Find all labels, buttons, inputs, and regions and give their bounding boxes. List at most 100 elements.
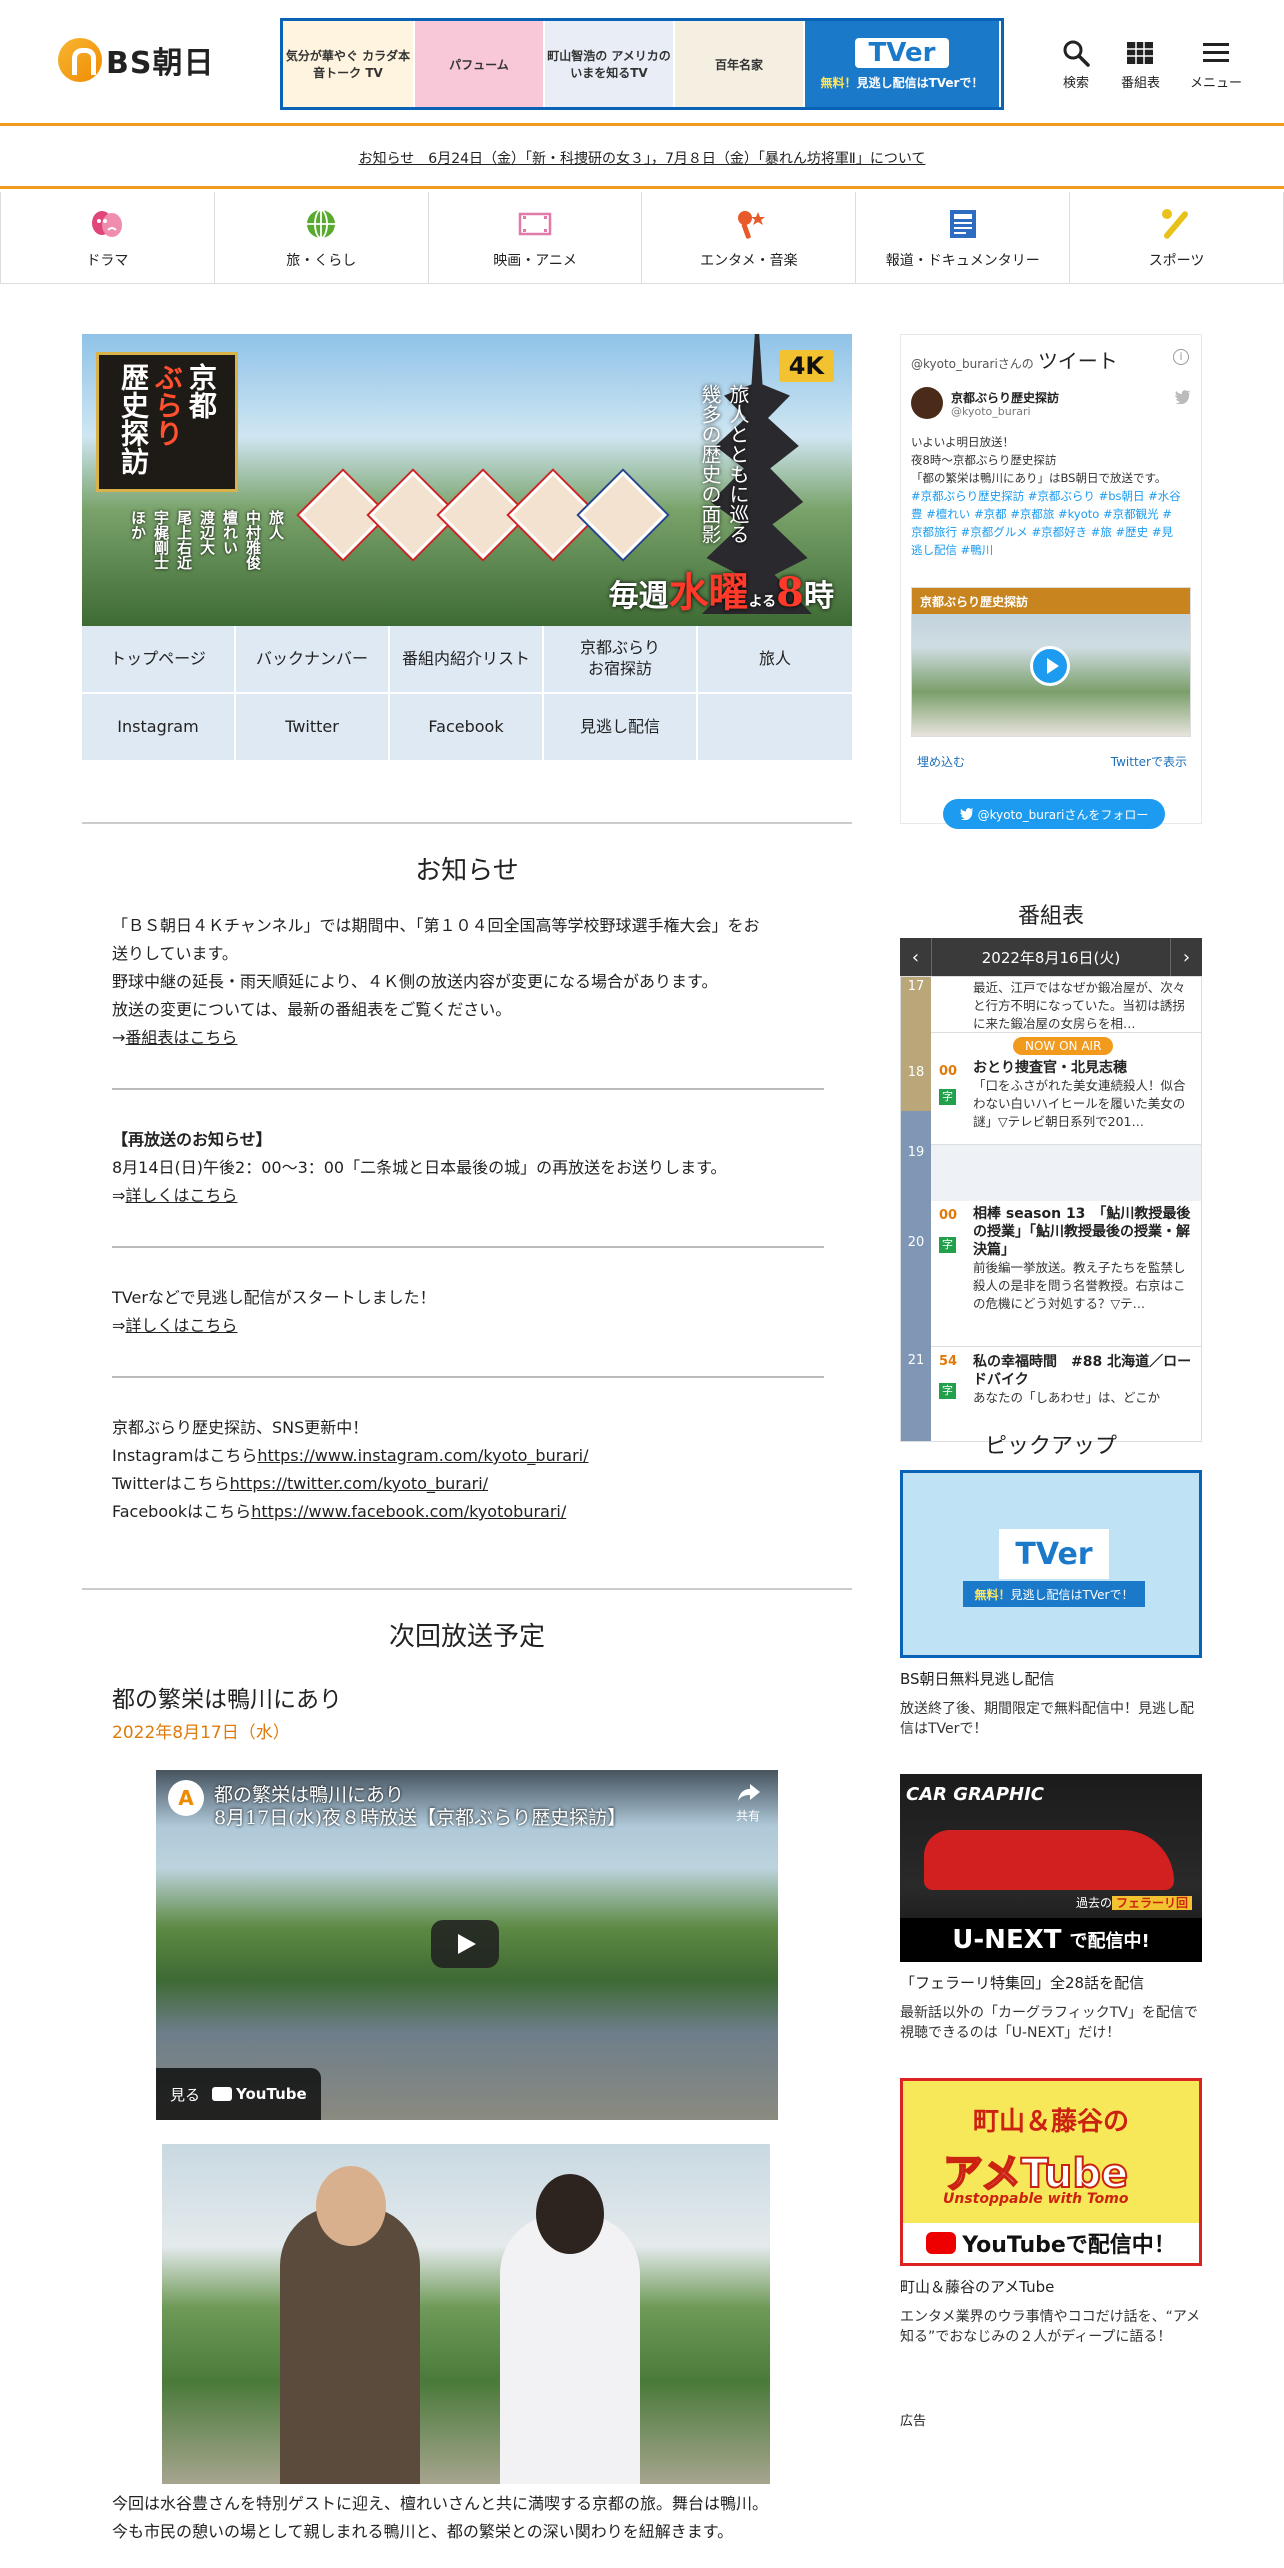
tweet-video-thumbnail[interactable]: 京都ぶらり歴史探訪 — [911, 587, 1191, 737]
subnav-twitter[interactable]: Twitter — [236, 694, 390, 762]
facebook-link[interactable]: https://www.facebook.com/kyotoburari/ — [251, 1502, 566, 1521]
subnav-inn[interactable]: 京都ぶらり お宿探訪 — [544, 626, 698, 694]
video-title-1: 都の繁栄は鴨川にあり — [214, 1784, 405, 1806]
menu-button[interactable]: メニュー — [1190, 38, 1242, 91]
subtitle-badge: 字 — [939, 1089, 956, 1105]
pickup-title: ピックアップ — [984, 1434, 1117, 1459]
schedule-title: 番組表 — [1017, 904, 1084, 929]
pickup-image-tver[interactable]: TVer 無料！ 見逃し配信はTVerで！ — [900, 1470, 1202, 1658]
tver-free-band: 無料！ 見逃し配信はTVerで！ — [963, 1581, 1145, 1607]
subnav-instagram[interactable]: Instagram — [82, 694, 236, 762]
pickup-name[interactable]: 町山＆藤谷のアメTube — [900, 2276, 1202, 2297]
program-desc: 「口をふさがれた美女連続殺人！似合わない白いハイヒールを履いた美女の謎」▽テレビ… — [973, 1078, 1186, 1129]
channel-avatar-icon[interactable]: A — [168, 1780, 204, 1816]
tver-detail-link[interactable]: 詳しくはこちら — [125, 1316, 237, 1335]
tweet-author-name[interactable]: 京都ぶらり歴史探訪 — [951, 389, 1059, 406]
site-logo[interactable]: BS朝日 — [58, 38, 214, 82]
video-title[interactable]: 都の繁栄は鴨川にあり 8月17日(水)夜８時放送【京都ぶらり歴史探訪】 — [214, 1784, 626, 1830]
subnav-facebook[interactable]: Facebook — [390, 694, 544, 762]
embed-link[interactable]: 埋め込む — [917, 753, 965, 770]
schedule-program[interactable]: 00 字 相棒 season 13 「鮎川教授最後の授業」「鮎川教授最後の授業・… — [931, 1201, 1201, 1347]
menu-label: メニュー — [1189, 76, 1242, 91]
schedule-prev-button[interactable]: ‹ — [900, 938, 932, 976]
subnav-streaming[interactable]: 見逃し配信 — [544, 694, 698, 762]
site-header: BS朝日 気分が華やぐ カラダ本音トーク TV パフューム 町山智浩の アメリカ… — [0, 0, 1284, 126]
pickup-name[interactable]: BS朝日無料見逃し配信 — [900, 1668, 1202, 1689]
info-icon[interactable]: i — [1173, 349, 1189, 365]
schedule-program[interactable]: 最近、江戸ではなぜか鍛冶屋が、次々と行方不明になっていた。当初は誘拐に来た鍛冶屋… — [931, 977, 1201, 1033]
program-title: 相棒 season 13 「鮎川教授最後の授業」「鮎川教授最後の授業・解決篇」 — [973, 1206, 1191, 1258]
genre-news[interactable]: 報道・ドキュメンタリー — [856, 192, 1071, 283]
notice-link[interactable]: お知らせ 6月24日（金）「新・科捜研の女３」，7月８日（金）「暴れん坊将軍Ⅱ」… — [359, 148, 926, 168]
schedule-date-bar: ‹ 2022年8月16日(火) › — [900, 938, 1202, 976]
schedule-button[interactable]: 番組表 — [1121, 38, 1160, 91]
news-text: TVerなどで見逃し配信がスタートしました！ — [112, 1288, 436, 1307]
genre-travel-label: 旅・くらし — [286, 252, 357, 269]
twitter-header-handle[interactable]: @kyoto_burari — [911, 357, 998, 371]
rerun-detail-link[interactable]: 詳しくはこちら — [125, 1186, 237, 1205]
cast-portraits — [299, 471, 667, 559]
tweet-hashtags[interactable]: #京都ぶらり歴史探訪 #京都ぶらり #bs朝日 #水谷豊 #檀れい #京都 #京… — [911, 487, 1183, 559]
tweet-author-handle[interactable]: @kyoto_burari — [951, 405, 1031, 418]
genre-movie[interactable]: 映画・アニメ — [429, 192, 643, 283]
hero-cast-list: 旅人 中村雅俊 檀れい 渡辺大 尾上右近 宇梶剛士 ほか — [128, 510, 287, 570]
program-desc: 前後編一挙放送。教え子たちを監禁し殺人の是非を問う名誉教授。右京はこの危機にどう… — [973, 1260, 1186, 1311]
genre-drama[interactable]: ドラマ — [0, 192, 215, 283]
pickup-item-unext[interactable]: CAR GRAPHIC 過去の フェラーリ回 U-NEXT で配信中! 「フェラーリ… — [900, 1774, 1202, 2043]
pickup-image-ametube[interactable]: 町山＆藤谷の アメTube Unstoppable with Tomo YouT… — [900, 2078, 1202, 2266]
twitter-bird-icon — [1175, 389, 1191, 408]
news-item-rerun: 【再放送のお知らせ】 8月14日(日)午後2：00〜3：00「二条城と日本最後の… — [112, 1126, 824, 1210]
subnav-backnumber[interactable]: バックナンバー — [236, 626, 390, 694]
news-text: 野球中継の延長・雨天順延により、４Ｋ側の放送内容が変更になる場合があります。 — [112, 972, 718, 991]
twitter-header-title: ツイート — [1037, 349, 1118, 373]
banner-free-text: 無料！見逃し配信はTVerで！ — [821, 74, 984, 91]
pickup-item-tver[interactable]: TVer 無料！ 見逃し配信はTVerで！ BS朝日無料見逃し配信 放送終了後、期… — [900, 1470, 1202, 1739]
pickup-item-ametube[interactable]: 町山＆藤谷の アメTube Unstoppable with Tomo YouT… — [900, 2078, 1202, 2347]
video-play-button[interactable] — [431, 1920, 499, 1968]
header-banner-tver[interactable]: 気分が華やぐ カラダ本音トーク TV パフューム 町山智浩の アメリカの いまを… — [280, 18, 1004, 110]
search-button[interactable]: 検索 — [1061, 38, 1091, 91]
twitter-avatar[interactable] — [911, 387, 943, 419]
sns-row: Instagramはこちらhttps://www.instagram.com/k… — [112, 1442, 824, 1470]
newspaper-icon — [949, 209, 976, 238]
sched-mid: よる — [748, 594, 777, 610]
twitter-follow-button[interactable]: @kyoto_burariさんをフォロー — [943, 799, 1165, 829]
youtube-video-embed[interactable]: A 都の繁栄は鴨川にあり 8月17日(水)夜８時放送【京都ぶらり歴史探訪】 共有 … — [156, 1770, 778, 2120]
watch-on-youtube-button[interactable]: 見る YouTube — [156, 2068, 321, 2120]
schedule-link[interactable]: 番組表はこちら — [125, 1028, 237, 1047]
subnav-travelers[interactable]: 旅人 — [698, 626, 852, 694]
search-label: 検索 — [1062, 76, 1089, 91]
program-logo-line-1: 京都 — [185, 363, 218, 419]
film-icon — [518, 212, 552, 235]
pickup-name[interactable]: 「フェラーリ特集回」全28話を配信 — [900, 1972, 1202, 1993]
program-logo-line-2: ぶらり — [151, 363, 184, 447]
tweet-line: 「都の繁栄は鴨川にあり」はBS朝日で放送です。 — [911, 471, 1167, 485]
program-minute: 54 — [939, 1354, 958, 1369]
unext-suffix: で配信中! — [1069, 1931, 1150, 1952]
schedule-next-button[interactable]: › — [1170, 938, 1202, 976]
tver-logo: TVer — [854, 37, 950, 68]
ferrari-tag-label: フェラーリ回 — [1111, 1896, 1192, 1910]
schedule-date: 2022年8月16日(火) — [981, 948, 1121, 967]
banner-cell-1: 気分が華やぐ カラダ本音トーク TV — [283, 21, 415, 107]
subnav-top[interactable]: トップページ — [82, 626, 236, 694]
genre-sports[interactable]: スポーツ — [1070, 192, 1284, 283]
car-graphic-logo: CAR GRAPHIC — [906, 1784, 1044, 1805]
sched-suffix: 時 — [804, 579, 834, 614]
cast-portrait — [579, 471, 667, 559]
next-broadcast-title: 次回放送予定 — [388, 1622, 545, 1652]
arrow-text: ⇒ — [112, 1186, 126, 1205]
genre-travel[interactable]: 旅・くらし — [215, 192, 429, 283]
schedule-program-now[interactable]: NOW ON AIR 00 字 おとり捜査官・北見志穂 「口をふさがれた美女連続… — [931, 1033, 1201, 1145]
program-minute: 00 — [939, 1064, 958, 1079]
genre-news-label: 報道・ドキュメンタリー — [885, 252, 1040, 269]
share-button[interactable]: 共有 — [736, 1782, 762, 1824]
tweet-play-icon[interactable] — [1030, 646, 1070, 686]
pickup-image-unext[interactable]: CAR GRAPHIC 過去の フェラーリ回 U-NEXT で配信中! — [900, 1774, 1202, 1962]
instagram-link[interactable]: https://www.instagram.com/kyoto_burari/ — [257, 1446, 588, 1465]
twitter-link[interactable]: https://twitter.com/kyoto_burari/ — [230, 1474, 488, 1493]
view-on-twitter-link[interactable]: Twitterで表示 — [1111, 753, 1187, 770]
genre-entertainment[interactable]: エンタメ・音楽 — [642, 192, 857, 283]
subnav-intro-list[interactable]: 番組内紹介リスト — [390, 626, 544, 694]
banner-cell-4: 百年名家 — [675, 21, 805, 107]
